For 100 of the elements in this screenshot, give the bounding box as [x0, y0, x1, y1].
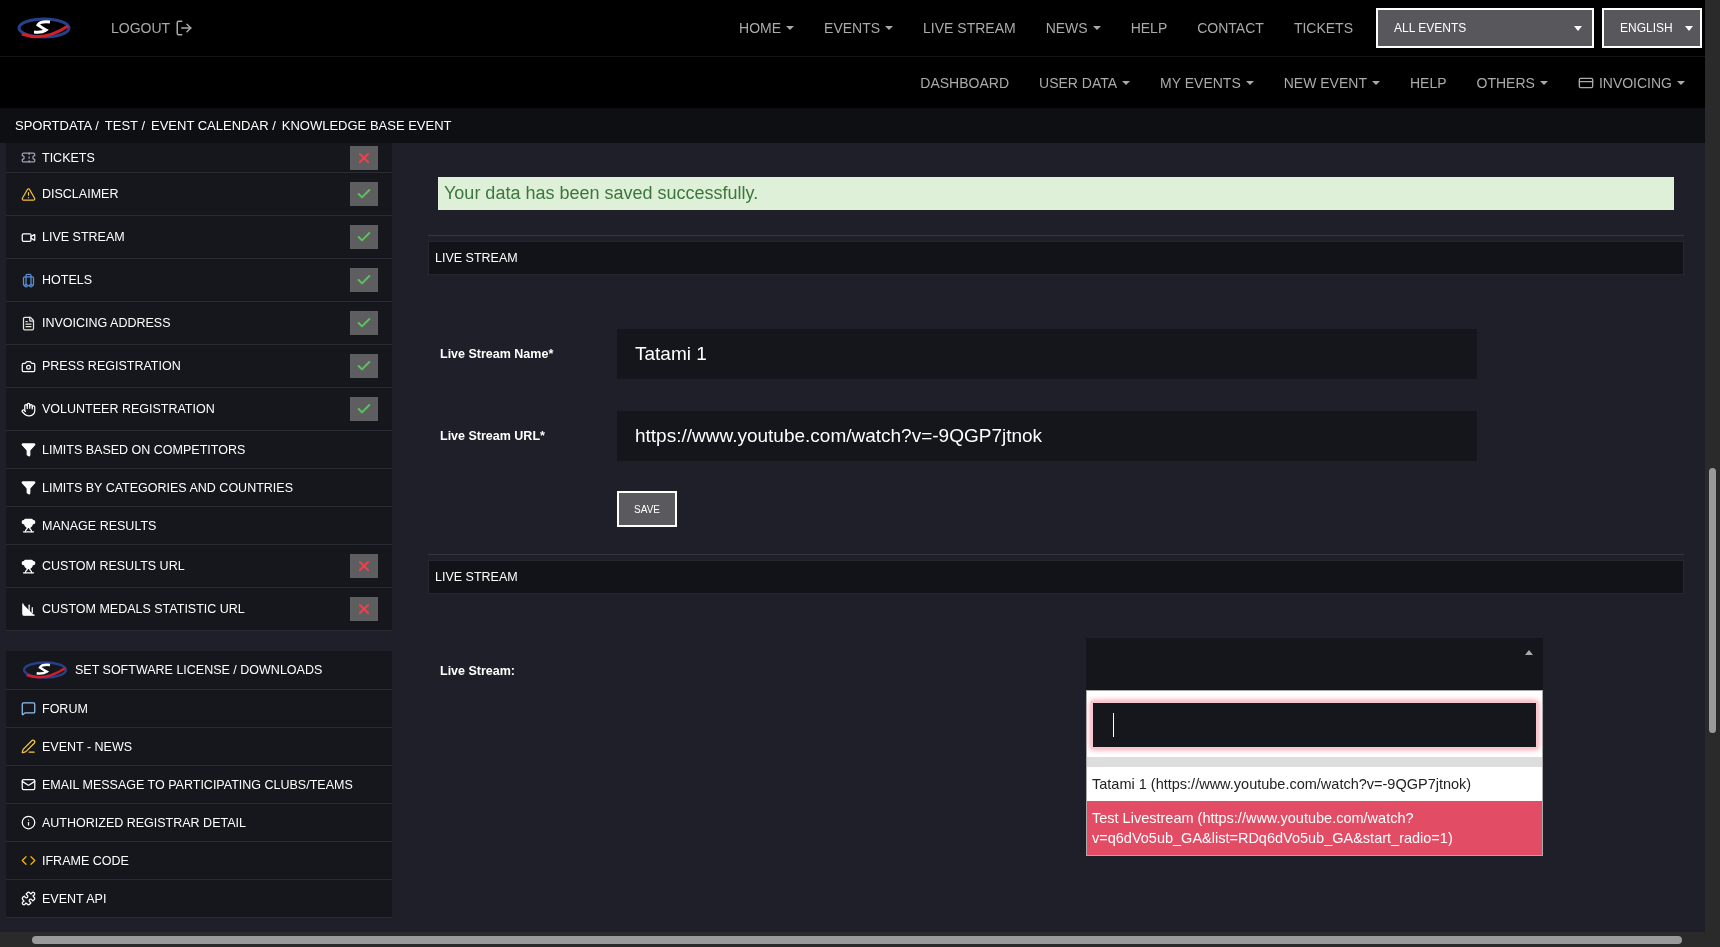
breadcrumb-link[interactable]: SPORTDATA /: [15, 118, 99, 133]
nav-link[interactable]: USER DATA: [1024, 74, 1146, 91]
caret-icon: [1245, 80, 1254, 85]
sidebar-label: IFRAME CODE: [42, 853, 130, 868]
breadcrumb-link[interactable]: TEST /: [104, 118, 145, 133]
field-label: Live Stream Name*: [440, 347, 555, 361]
trophy-icon: [21, 518, 36, 533]
event-select[interactable]: ALL EVENTS: [1376, 8, 1594, 48]
mail-icon: [21, 777, 36, 792]
section-header: LIVE STREAM: [428, 560, 1684, 594]
camera-icon: [21, 358, 36, 374]
ticket-icon: [21, 150, 36, 165]
sidebar-label: LIVE STREAM: [42, 230, 126, 244]
sidebar-label: EMAIL MESSAGE TO PARTICIPATING CLUBS/TEAMS: [42, 777, 354, 792]
sidebar-item[interactable]: TICKETS: [6, 143, 392, 173]
input-field[interactable]: https://www.youtube.com/watch?v=-9QGP7jtnok: [617, 411, 1477, 461]
filter-icon: [21, 480, 36, 495]
sidebar-item[interactable]: CUSTOM MEDALS STATISTIC URL: [6, 588, 392, 631]
logout-icon: [175, 19, 194, 37]
sidebar-item[interactable]: LIMITS BASED ON COMPETITORS: [6, 431, 392, 469]
sidebar-label: MANAGE RESULTS: [42, 518, 158, 533]
sidebar-item[interactable]: LIVE STREAM: [6, 216, 392, 259]
sidebar-item[interactable]: HOTELS: [6, 259, 392, 302]
sidebar-item[interactable]: VOLUNTEER REGISTRATION: [6, 388, 392, 431]
input-field[interactable]: Tatami 1: [617, 329, 1477, 379]
nav-link[interactable]: NEWS: [1030, 20, 1116, 36]
nav-link[interactable]: TICKETS: [1278, 20, 1368, 36]
breadcrumb-link[interactable]: EVENT CALENDAR /: [151, 118, 276, 133]
trophy-icon: [21, 558, 36, 574]
sidebar-label: CUSTOM RESULTS URL: [42, 559, 186, 573]
sidebar-label: CUSTOM MEDALS STATISTIC URL: [42, 602, 246, 616]
sidebar-item[interactable]: AUTHORIZED REGISTRAR DETAIL: [6, 804, 392, 842]
save-button[interactable]: SAVE: [617, 491, 677, 527]
nav-link[interactable]: EVENTS: [809, 20, 909, 36]
sidebar-label: AUTHORIZED REGISTRAR DETAIL: [42, 815, 247, 830]
sidebar-item[interactable]: EMAIL MESSAGE TO PARTICIPATING CLUBS/TEAMS: [6, 766, 392, 804]
caret-icon: [786, 26, 795, 30]
sidebar-label: DISCLAIMER: [42, 187, 120, 201]
sidebar-item[interactable]: FORUM: [6, 690, 392, 728]
chat-bubble-icon: [21, 701, 36, 716]
hand-icon: [21, 401, 36, 417]
nav-link[interactable]: LIVE STREAM: [908, 20, 1031, 36]
nav-link[interactable]: INVOICING: [1562, 74, 1700, 91]
sidebar-item[interactable]: INVOICING ADDRESS: [6, 302, 392, 345]
cross-icon: [356, 601, 372, 617]
caret-icon: [1539, 80, 1548, 85]
scrollbar-thumb[interactable]: [1709, 468, 1716, 733]
pencil-icon: [21, 739, 36, 754]
info-icon: [21, 815, 36, 830]
field-label: Live Stream URL*: [440, 429, 546, 443]
horizontal-scrollbar[interactable]: [0, 932, 1720, 947]
nav-link[interactable]: MY EVENTS: [1145, 74, 1269, 91]
language-select[interactable]: ENGLISH: [1602, 8, 1702, 48]
sidebar-item[interactable]: EVENT API: [6, 880, 392, 918]
sidebar-item[interactable]: MANAGE RESULTS: [6, 507, 392, 545]
nav-link[interactable]: OTHERS: [1461, 74, 1563, 91]
sidebar-item[interactable]: EVENT - NEWS: [6, 728, 392, 766]
sidebar-label: INVOICING ADDRESS: [42, 316, 172, 330]
sidebar-item[interactable]: IFRAME CODE: [6, 842, 392, 880]
scrollbar-thumb[interactable]: [32, 936, 1682, 944]
caret-icon: [1371, 80, 1380, 85]
search-field[interactable]: [1091, 701, 1538, 749]
caret-icon: [1092, 26, 1101, 30]
sidebar-label: SET SOFTWARE LICENSE / DOWNLOADS: [75, 663, 324, 677]
nav-link[interactable]: HELP: [1394, 74, 1462, 91]
sidebar-label: LIMITS BASED ON COMPETITORS: [42, 442, 247, 457]
nav-link[interactable]: DASHBOARD: [905, 74, 1024, 91]
caret-icon: [1525, 650, 1533, 655]
sidebar-label: HOTELS: [42, 273, 93, 287]
warning-icon: [21, 186, 36, 202]
logo-icon: [16, 16, 72, 40]
logo-icon: [21, 660, 69, 680]
sidebar-item[interactable]: SET SOFTWARE LICENSE / DOWNLOADS: [6, 651, 392, 690]
section-header: LIVE STREAM: [428, 241, 1684, 275]
sidebar-label: LIMITS BY CATEGORIES AND COUNTRIES: [42, 480, 294, 495]
caret-icon: [1677, 80, 1685, 85]
code-icon: [21, 853, 36, 868]
dropdown-option[interactable]: Test Livestream (https://www.youtube.com/watch?v=q6dVo5ub_GA&list=RDq6dVo5ub_GA&start_radio=1): [1087, 801, 1542, 855]
field-label: Live Stream:: [440, 664, 517, 680]
sidebar-label: FORUM: [42, 701, 89, 716]
breadcrumb-link[interactable]: KNOWLEDGE BASE EVENT: [281, 118, 452, 133]
puzzle-icon: [21, 891, 36, 906]
document-icon: [21, 315, 36, 331]
nav-link[interactable]: HELP: [1115, 20, 1183, 36]
sidebar-label: EVENT - NEWS: [42, 739, 134, 754]
logout-link[interactable]: LOGOUT: [96, 19, 209, 37]
sidebar-item[interactable]: DISCLAIMER: [6, 173, 392, 216]
success-alert: Your data has been saved successfully.: [438, 177, 1674, 210]
sidebar-item[interactable]: CUSTOM RESULTS URL: [6, 545, 392, 588]
sidebar-label: TICKETS: [42, 150, 96, 165]
nav-link[interactable]: NEW EVENT: [1268, 74, 1395, 91]
cross-icon: [356, 558, 372, 574]
nav-link[interactable]: HOME: [724, 20, 810, 36]
text-cursor: [1113, 713, 1114, 737]
sidebar-item[interactable]: LIMITS BY CATEGORIES AND COUNTRIES: [6, 469, 392, 507]
sidebar-item[interactable]: PRESS REGISTRATION: [6, 345, 392, 388]
vertical-scrollbar[interactable]: [1705, 0, 1720, 932]
nav-link[interactable]: CONTACT: [1182, 20, 1279, 36]
caret-icon: [885, 26, 894, 30]
caret-icon: [1684, 25, 1693, 31]
